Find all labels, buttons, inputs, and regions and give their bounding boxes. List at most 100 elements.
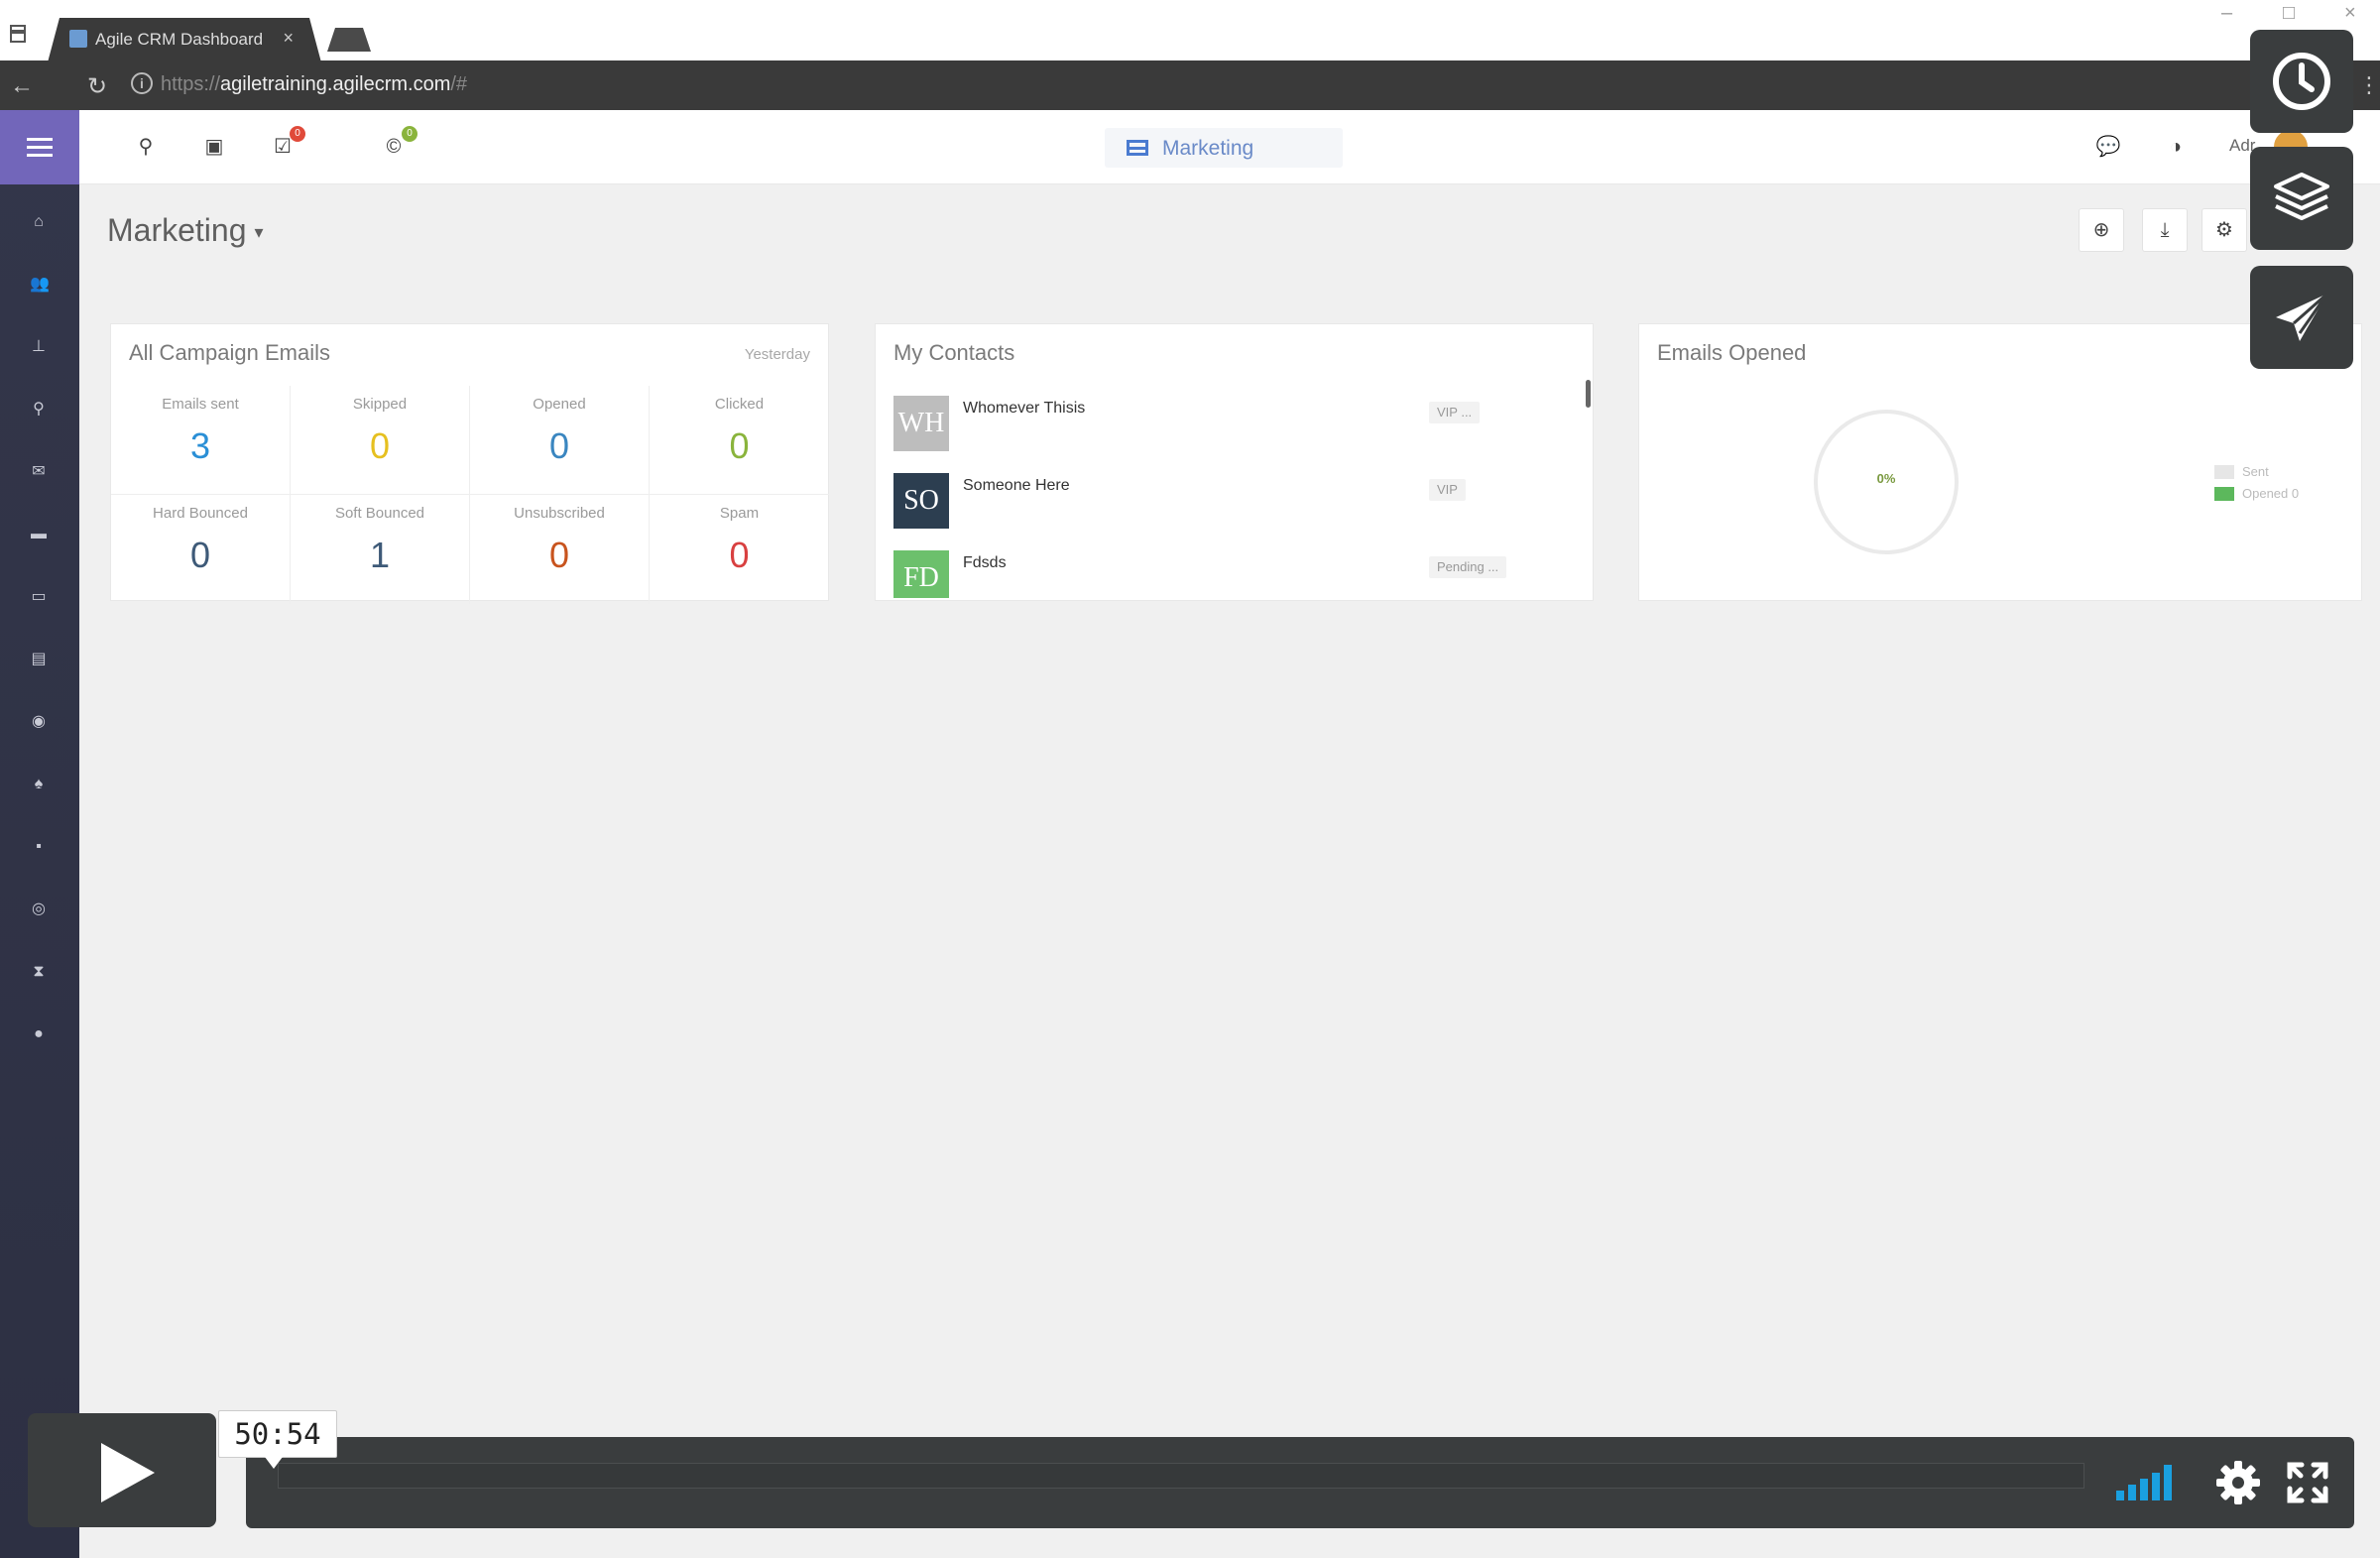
- window-menu-icon[interactable]: [8, 24, 28, 44]
- donut-center-value: 0%: [1876, 471, 1896, 486]
- contact-item[interactable]: FD Fdsds Pending ...: [893, 546, 1578, 598]
- url-field[interactable]: https://agiletraining.agilecrm.com/#: [161, 73, 467, 96]
- site-info-icon[interactable]: i: [131, 72, 153, 94]
- settings-button[interactable]: ⚙: [2202, 208, 2247, 252]
- add-widget-button[interactable]: ⊕: [2079, 208, 2124, 252]
- stat-label: Hard Bounced: [153, 505, 248, 522]
- paper-plane-icon: [2276, 292, 2329, 341]
- page-title[interactable]: Marketing ▾: [107, 212, 264, 249]
- contact-name[interactable]: Whomever Thisis: [963, 400, 1085, 418]
- sidebar-item-contacts[interactable]: 👥: [0, 261, 79, 310]
- sidebar-item-notifications[interactable]: ♠: [0, 761, 79, 810]
- sidebar-item-tags[interactable]: ▬: [0, 511, 79, 560]
- sidebar: ⌂ 👥 ⊥ ⚲ ✉ ▬ ▭ ▤ ◉ ♠ ▪ ◎ ⧗ ●: [0, 110, 79, 1558]
- legend-swatch: [2214, 487, 2234, 501]
- marketing-dashboard-tab[interactable]: Marketing: [1105, 128, 1343, 168]
- browser-menu-icon[interactable]: ⋮: [2358, 72, 2380, 98]
- share-button[interactable]: [2250, 266, 2353, 369]
- home-icon: ⌂: [34, 213, 44, 230]
- widget-title: Emails Opened: [1657, 340, 1807, 365]
- stat-value: 0: [548, 535, 570, 575]
- close-tab-icon[interactable]: ×: [283, 28, 294, 49]
- back-arrow-icon[interactable]: ←: [10, 72, 34, 100]
- stat-unsubscribed[interactable]: Unsubscribed 0: [470, 495, 650, 604]
- stat-value: 0: [548, 425, 570, 466]
- sidebar-item-email[interactable]: ✉: [0, 448, 79, 498]
- sidebar-item-web[interactable]: ◉: [0, 698, 79, 748]
- campaign-emails-widget: All Campaign Emails Yesterday Emails sen…: [110, 323, 830, 604]
- contact-tag: VIP ...: [1429, 402, 1481, 423]
- settings-gear-icon[interactable]: [2214, 1459, 2262, 1506]
- agile-favicon-icon: [69, 30, 87, 48]
- widget-title: All Campaign Emails: [129, 340, 330, 365]
- new-tab-button[interactable]: [327, 28, 371, 52]
- contacts-scrollbar[interactable]: [1586, 380, 1591, 408]
- url-scheme: https://: [161, 73, 221, 95]
- play-button[interactable]: [28, 1413, 216, 1527]
- maximize-window-icon[interactable]: □: [2283, 2, 2295, 25]
- campaign-stats-grid: Emails sent 3 Skipped 0 Opened 0 Clicked…: [111, 386, 830, 604]
- page-title-text: Marketing: [107, 212, 247, 248]
- contact-tag: Pending ...: [1429, 556, 1507, 578]
- tag-icon: ▬: [31, 526, 47, 542]
- bell-icon: ♠: [34, 776, 44, 792]
- url-host: agiletraining.agilecrm.com: [220, 73, 451, 95]
- stat-clicked[interactable]: Clicked 0: [650, 386, 829, 495]
- legend-swatch: [2214, 465, 2234, 479]
- layers-icon: [2274, 173, 2329, 220]
- contacts-badge: 0: [402, 126, 417, 142]
- progress-track[interactable]: [278, 1463, 2084, 1489]
- avatar: WH: [893, 396, 949, 451]
- users-icon: 👥: [30, 276, 50, 293]
- video-controlbar: [246, 1437, 2354, 1528]
- sidebar-item-settings[interactable]: ●: [0, 1011, 79, 1060]
- sidebar-item-companies[interactable]: ⊥: [0, 323, 79, 373]
- browser-tabstrip: Agile CRM Dashboard × – □ ×: [0, 0, 2380, 60]
- stat-hard-bounced[interactable]: Hard Bounced 0: [111, 495, 291, 604]
- app-header: ⚲ ▣ ☑ 0 © 0 Marketing 💬 ◑ Adr: [79, 110, 2380, 184]
- download-button[interactable]: ⤓: [2142, 208, 2188, 252]
- contact-name[interactable]: Fdsds: [963, 554, 1007, 572]
- globe-icon: ◉: [32, 713, 46, 730]
- sidebar-item-landing-pages[interactable]: ▤: [0, 636, 79, 685]
- date-range-label[interactable]: Yesterday: [745, 346, 810, 363]
- cog-icon: ●: [34, 1025, 44, 1042]
- my-contacts-widget: My Contacts WH Whomever Thisis VIP ... S…: [875, 323, 1594, 601]
- stat-value: 1: [369, 535, 391, 575]
- legend-item-sent[interactable]: Sent: [2214, 463, 2299, 485]
- sidebar-item-triggers[interactable]: ⧗: [0, 948, 79, 998]
- stat-soft-bounced[interactable]: Soft Bounced 1: [291, 495, 470, 604]
- chat-bubbles-icon[interactable]: 💬: [2093, 132, 2123, 162]
- minimize-window-icon[interactable]: –: [2221, 2, 2232, 25]
- dashboard-icon: [1127, 140, 1148, 156]
- stat-label: Unsubscribed: [514, 505, 605, 522]
- sidebar-item-campaigns[interactable]: ⚲: [0, 386, 79, 435]
- stat-emails-sent[interactable]: Emails sent 3: [111, 386, 291, 495]
- search-icon[interactable]: ⚲: [131, 132, 161, 162]
- hourglass-icon: ⧗: [33, 963, 45, 980]
- close-window-icon[interactable]: ×: [2344, 2, 2356, 25]
- stat-skipped[interactable]: Skipped 0: [291, 386, 470, 495]
- fullscreen-icon[interactable]: [2286, 1461, 2329, 1504]
- collections-button[interactable]: [2250, 147, 2353, 250]
- sidebar-item-home[interactable]: ⌂: [0, 198, 79, 248]
- legend-item-opened[interactable]: Opened 0: [2214, 485, 2299, 507]
- url-path: /#: [450, 73, 468, 95]
- hamburger-menu-button[interactable]: [0, 110, 79, 184]
- calendar-icon[interactable]: ▣: [199, 132, 229, 162]
- contact-item[interactable]: WH Whomever Thisis VIP ...: [893, 392, 1578, 461]
- half-circle-icon[interactable]: ◑: [2161, 132, 2191, 162]
- stat-opened[interactable]: Opened 0: [470, 386, 650, 495]
- watch-later-button[interactable]: [2250, 30, 2353, 133]
- emails-opened-donut-chart: 0%: [1814, 410, 1959, 554]
- contact-item[interactable]: SO Someone Here VIP: [893, 469, 1578, 539]
- stat-spam[interactable]: Spam 0: [650, 495, 829, 604]
- chart-legend: Sent Opened 0: [2214, 463, 2299, 507]
- contact-name[interactable]: Someone Here: [963, 477, 1070, 495]
- sidebar-item-forms[interactable]: ▭: [0, 573, 79, 623]
- stat-label: Opened: [533, 396, 586, 413]
- sidebar-item-visitors[interactable]: ◎: [0, 886, 79, 935]
- reload-icon[interactable]: ↻: [87, 72, 107, 101]
- sidebar-item-chat[interactable]: ▪: [0, 823, 79, 873]
- browser-tab-active[interactable]: Agile CRM Dashboard ×: [48, 18, 321, 62]
